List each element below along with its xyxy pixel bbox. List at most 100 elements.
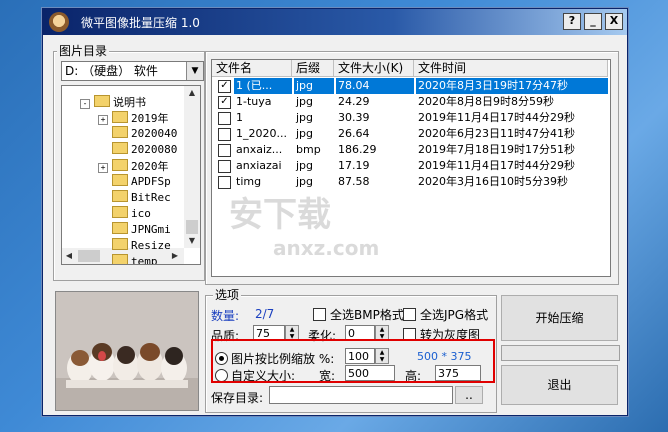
select-all-jpg-checkbox[interactable] xyxy=(403,308,416,321)
cell-name: 1 (已... xyxy=(234,78,292,94)
help-button[interactable]: ? xyxy=(563,13,581,30)
tree-item[interactable]: APDFSp xyxy=(98,174,171,190)
close-button[interactable]: X xyxy=(605,13,623,30)
app-window: 微平图像批量压缩 1.0 ? _ X 图片目录 D: （硬盘） 软件 ▼ ▲ ▼… xyxy=(42,8,628,416)
table-row[interactable]: anxaiz... bmp 186.29 2019年7月18日19时17分51秒 xyxy=(212,142,608,158)
tree-item[interactable]: BitRec xyxy=(98,190,171,206)
cell-size: 24.29 xyxy=(338,95,370,108)
table-row[interactable]: 1_2020... jpg 26.64 2020年6月23日11时47分41秒 xyxy=(212,126,608,142)
cell-ext: jpg xyxy=(296,159,314,172)
folder-icon xyxy=(112,159,128,171)
cell-ext: bmp xyxy=(296,143,321,156)
table-row[interactable]: ✓ 1-tuya jpg 24.29 2020年8月8日9时8分59秒 xyxy=(212,94,608,110)
folder-icon xyxy=(112,174,128,186)
cell-size: 186.29 xyxy=(338,143,377,156)
cell-ext: jpg xyxy=(296,111,314,124)
tree-item-label: 2019年 xyxy=(131,112,169,125)
tree-item[interactable]: +2020年 xyxy=(98,158,169,174)
browse-button[interactable]: .. xyxy=(455,386,483,404)
drive-select[interactable]: D: （硬盘） 软件 ▼ xyxy=(61,61,204,81)
cell-time: 2020年8月3日19时17分47秒 xyxy=(416,78,608,94)
cell-name: 1 xyxy=(236,111,243,124)
drive-select-value: D: （硬盘） 软件 xyxy=(65,64,158,78)
table-row[interactable]: ✓ 1 (已... jpg 78.04 2020年8月3日19时17分47秒 xyxy=(212,78,608,94)
tree-item[interactable]: temp xyxy=(98,254,158,265)
progress-bar xyxy=(501,345,620,361)
tree-item-label: 2020080 xyxy=(131,143,178,156)
tree-item-label: 说明书 xyxy=(113,96,146,109)
start-compress-button[interactable]: 开始压缩 xyxy=(501,295,618,341)
highlight-box xyxy=(211,339,495,383)
expand-icon[interactable]: + xyxy=(98,163,108,173)
folder-tree[interactable]: ▲ ▼ ◀ ▶ - 说明书 +2019年 2020040 2020080 +2020年 AP… xyxy=(61,85,201,265)
tree-item[interactable]: ico xyxy=(98,206,151,222)
cell-ext: jpg xyxy=(294,78,334,94)
table-row[interactable]: anxiazai jpg 17.19 2019年11月4日17时44分29秒 xyxy=(212,158,608,174)
scroll-down-icon[interactable]: ▼ xyxy=(185,234,199,248)
options-label: 选项 xyxy=(213,286,242,303)
cell-ext: jpg xyxy=(296,95,314,108)
col-header-time[interactable]: 文件时间 xyxy=(414,60,608,77)
expand-icon[interactable]: + xyxy=(98,115,108,125)
row-checkbox[interactable]: ✓ xyxy=(218,96,231,109)
count-value: 2/7 xyxy=(255,307,275,321)
cell-name: anxiazai xyxy=(236,159,282,172)
scroll-up-icon[interactable]: ▲ xyxy=(185,86,199,100)
tree-item-label: temp xyxy=(131,255,158,265)
tree-item-label: JPNGmi xyxy=(131,223,171,236)
folder-icon xyxy=(112,190,128,202)
tree-item-label: ico xyxy=(131,207,151,220)
tree-item-label: APDFSp xyxy=(131,175,171,188)
table-row[interactable]: 1 jpg 30.39 2019年11月4日17时44分29秒 xyxy=(212,110,608,126)
image-preview xyxy=(55,291,199,411)
col-header-name[interactable]: 文件名 xyxy=(212,60,292,77)
folder-icon xyxy=(112,254,128,264)
row-checkbox[interactable] xyxy=(218,144,231,157)
select-all-bmp-checkbox[interactable] xyxy=(313,308,326,321)
tree-hscroll-thumb[interactable] xyxy=(78,250,100,262)
row-checkbox[interactable] xyxy=(218,160,231,173)
cell-name: 1-tuya xyxy=(236,95,272,108)
cell-size: 17.19 xyxy=(338,159,370,172)
cell-time: 2019年11月4日17时44分29秒 xyxy=(418,159,575,172)
cell-name: 1_2020... xyxy=(236,127,287,140)
chevron-down-icon[interactable]: ▼ xyxy=(186,62,203,80)
col-header-size[interactable]: 文件大小(K) xyxy=(334,60,414,77)
cell-size: 30.39 xyxy=(338,111,370,124)
tree-item[interactable]: Resize xyxy=(98,238,171,254)
row-checkbox[interactable] xyxy=(218,128,231,141)
window-title: 微平图像批量压缩 1.0 xyxy=(81,16,200,30)
tree-item[interactable]: JPNGmi xyxy=(98,222,171,238)
tree-item[interactable]: - 说明书 xyxy=(80,94,146,110)
tree-item[interactable]: 2020080 xyxy=(98,142,177,158)
cell-size: 78.04 xyxy=(336,78,414,94)
save-dir-input[interactable] xyxy=(269,386,453,404)
cell-time: 2020年8月8日9时8分59秒 xyxy=(418,95,554,108)
tree-item-label: 2020年 xyxy=(131,160,169,173)
folder-icon xyxy=(112,222,128,234)
collapse-icon[interactable]: - xyxy=(80,99,90,109)
folder-icon xyxy=(94,95,110,107)
cell-name: anxaiz... xyxy=(236,143,283,156)
watermark-big: 安下载 xyxy=(229,195,331,235)
tree-vscroll-thumb[interactable] xyxy=(186,220,198,234)
select-all-bmp-label: 全选BMP格式 xyxy=(330,308,404,322)
tree-item-label: Resize xyxy=(131,239,171,252)
tree-item-label: 2020040 xyxy=(131,127,178,140)
row-checkbox[interactable] xyxy=(218,112,231,125)
scroll-left-icon[interactable]: ◀ xyxy=(62,249,76,263)
col-header-ext[interactable]: 后缀 xyxy=(292,60,334,77)
tree-item-label: BitRec xyxy=(131,191,171,204)
exit-button[interactable]: 退出 xyxy=(501,365,618,405)
minimize-button[interactable]: _ xyxy=(584,13,602,30)
folder-icon xyxy=(112,126,128,138)
tree-item[interactable]: +2019年 xyxy=(98,110,169,126)
puppies-image xyxy=(56,292,198,410)
cell-time: 2019年11月4日17时44分29秒 xyxy=(418,111,575,124)
tree-item[interactable]: 2020040 xyxy=(98,126,177,142)
folder-icon xyxy=(112,238,128,250)
watermark: 安下载 anxz.com xyxy=(229,187,379,260)
cell-time: 2019年7月18日19时17分51秒 xyxy=(418,143,575,156)
row-checkbox[interactable]: ✓ xyxy=(218,80,231,93)
tree-vscrollbar[interactable]: ▲ ▼ xyxy=(184,86,200,248)
